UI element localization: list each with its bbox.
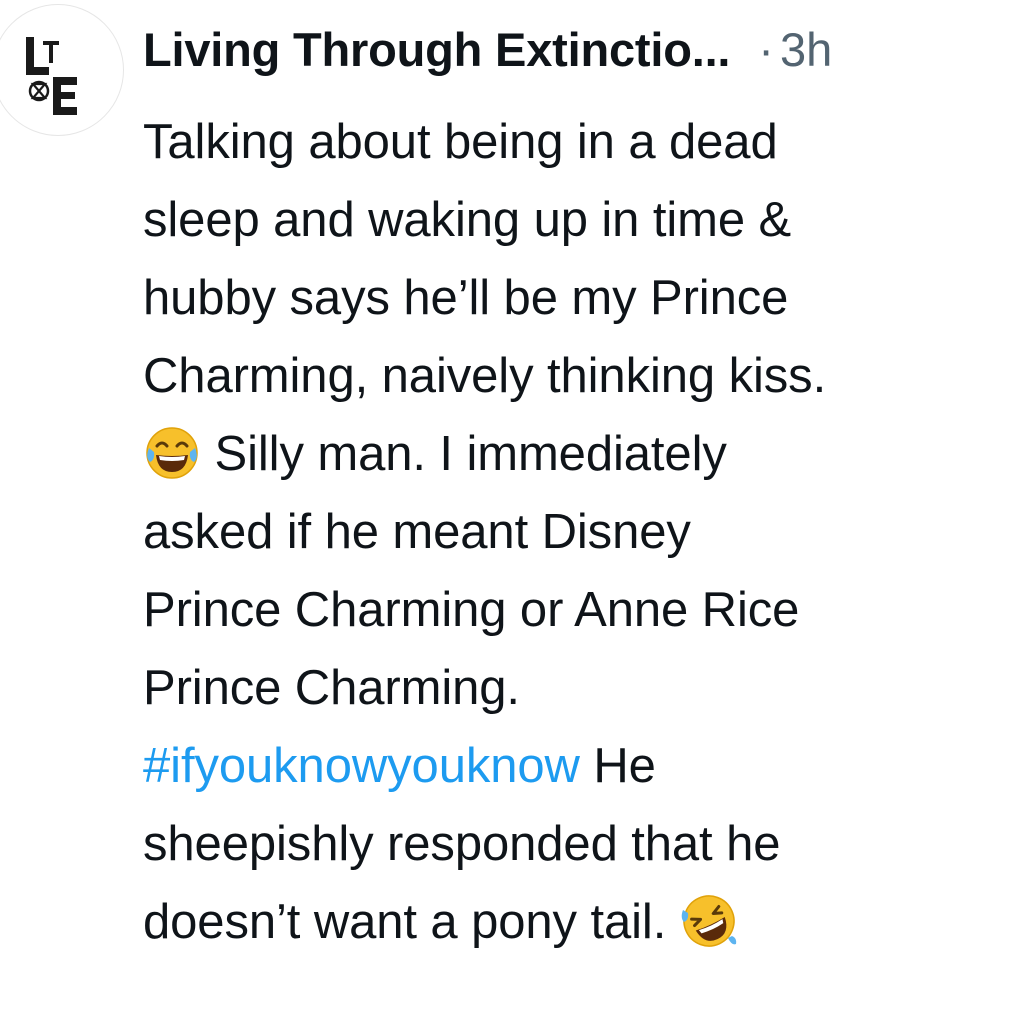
rolling-on-the-floor-laughing-icon bbox=[680, 892, 738, 950]
post-text-line: hubby says he’ll be my Prince bbox=[143, 271, 789, 325]
author-name[interactable]: Living Through Extinctio... bbox=[143, 22, 730, 77]
avatar[interactable] bbox=[0, 4, 124, 136]
face-with-tears-of-joy-icon bbox=[143, 424, 201, 482]
post-text-line: Silly man. I immediately bbox=[143, 415, 1015, 493]
post-header: Living Through Extinctio... · 3h bbox=[143, 22, 832, 78]
post-text-line: asked if he meant Disney bbox=[143, 505, 691, 559]
post-body: Talking about being in a dead sleep and … bbox=[143, 103, 1015, 961]
lte-logo-icon bbox=[26, 37, 77, 115]
post-text-line: sheepishly responded that he bbox=[143, 817, 781, 871]
post-text-line: #ifyouknowyouknow He bbox=[143, 727, 1015, 805]
post-text-line: Talking about being in a dead bbox=[143, 115, 778, 169]
post-text-line: Charming, naively thinking kiss. bbox=[143, 349, 827, 403]
post-text-line: Prince Charming. bbox=[143, 661, 520, 715]
post-text-segment: Silly man. I immediately bbox=[201, 427, 727, 481]
post-text-segment: doesn’t want a pony tail. bbox=[143, 895, 680, 949]
separator-dot: · bbox=[758, 23, 774, 76]
post-text-segment: He bbox=[579, 739, 656, 793]
hashtag-link[interactable]: #ifyouknowyouknow bbox=[143, 739, 580, 793]
post-timestamp[interactable]: 3h bbox=[780, 22, 832, 77]
post-text-line: doesn’t want a pony tail. bbox=[143, 883, 1015, 961]
post-text-line: Prince Charming or Anne Rice bbox=[143, 583, 800, 637]
post-text-line: sleep and waking up in time & bbox=[143, 193, 792, 247]
